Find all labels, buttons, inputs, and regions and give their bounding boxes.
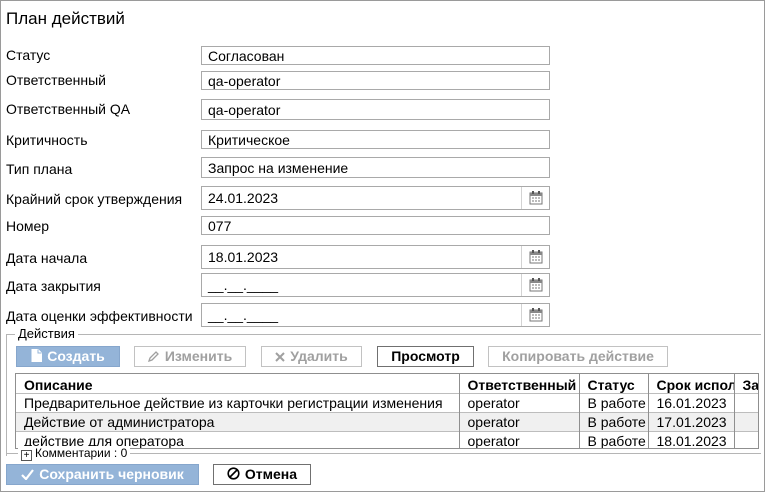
- actions-table: Описание Ответственный Статус Срок испол…: [15, 373, 759, 449]
- cell-extra: [734, 392, 758, 412]
- column-header-description[interactable]: Описание: [16, 374, 460, 393]
- view-button[interactable]: Просмотр: [377, 346, 474, 367]
- effectiveness-date-value: __.__.____: [208, 307, 279, 323]
- column-header-deadline[interactable]: Срок испол: [648, 374, 735, 393]
- column-header-status[interactable]: Статус: [579, 374, 649, 393]
- start-date-value: 18.01.2023: [208, 249, 279, 265]
- save-draft-button[interactable]: Сохранить черновик: [6, 464, 199, 485]
- comments-label: Комментарии : 0: [35, 446, 128, 460]
- status-field[interactable]: Согласован: [201, 46, 550, 65]
- cell-responsible: operator: [459, 392, 580, 412]
- approval-deadline-value: 24.01.2023: [208, 190, 279, 206]
- page-title: План действий: [6, 9, 125, 28]
- number-field[interactable]: 077: [201, 216, 550, 235]
- cell-status: В работе: [579, 392, 649, 412]
- close-icon: [275, 348, 285, 367]
- cancel-circle-icon: [227, 466, 240, 485]
- label-criticality: Критичность: [6, 132, 88, 148]
- delete-button-label: Удалить: [290, 348, 348, 364]
- comments-section: + Комментарии : 0: [6, 446, 761, 461]
- column-header-extra[interactable]: За: [734, 374, 758, 393]
- responsible-qa-field[interactable]: qa-operator: [201, 99, 550, 120]
- cell-description: Предварительное действие из карточки рег…: [16, 392, 460, 412]
- calendar-icon[interactable]: [521, 187, 549, 209]
- label-status: Статус: [6, 47, 51, 63]
- calendar-icon[interactable]: [521, 274, 549, 296]
- label-start-date: Дата начала: [6, 250, 88, 266]
- label-approval-deadline: Крайний срок утверждения: [6, 191, 183, 207]
- label-plan-type: Тип плана: [6, 161, 73, 177]
- cell-extra: [734, 430, 758, 448]
- cell-responsible: operator: [459, 430, 580, 448]
- criticality-field[interactable]: Критическое: [201, 130, 550, 149]
- actions-legend: Действия: [15, 326, 78, 341]
- cell-deadline: 18.01.2023: [648, 430, 735, 448]
- cell-description: Действие от администратора: [16, 411, 460, 431]
- close-date-value: __.__.____: [208, 277, 279, 293]
- start-date-field[interactable]: 18.01.2023: [201, 245, 550, 269]
- effectiveness-date-field[interactable]: __.__.____: [201, 303, 550, 327]
- column-header-responsible[interactable]: Ответственный: [459, 374, 580, 393]
- action-plan-window: План действий Статус Ответственный Ответ…: [0, 0, 765, 492]
- label-effectiveness-date: Дата оценки эффективности: [6, 308, 193, 324]
- cell-responsible: operator: [459, 411, 580, 431]
- create-button-label: Создать: [47, 348, 105, 364]
- expand-plus-icon: +: [21, 450, 32, 461]
- label-close-date: Дата закрытия: [6, 278, 101, 294]
- cancel-button[interactable]: Отмена: [213, 464, 311, 485]
- cancel-label: Отмена: [244, 466, 298, 482]
- save-draft-label: Сохранить черновик: [39, 466, 184, 482]
- label-number: Номер: [6, 218, 50, 234]
- document-icon: [31, 348, 43, 367]
- create-button[interactable]: Создать: [16, 346, 120, 367]
- table-row[interactable]: Предварительное действие из карточки рег…: [16, 392, 758, 412]
- cell-status: В работе: [579, 430, 649, 448]
- cell-extra: [734, 411, 758, 431]
- cell-deadline: 17.01.2023: [648, 411, 735, 431]
- calendar-icon[interactable]: [521, 246, 549, 268]
- close-date-field[interactable]: __.__.____: [201, 273, 550, 297]
- table-row[interactable]: Действие от администратора operator В ра…: [16, 411, 758, 431]
- delete-button[interactable]: Удалить: [261, 346, 362, 367]
- label-responsible: Ответственный: [6, 72, 106, 88]
- edit-button[interactable]: Изменить: [134, 346, 246, 367]
- label-responsible-qa: Ответственный QA: [6, 101, 131, 117]
- edit-button-label: Изменить: [164, 348, 233, 364]
- pencil-icon: [147, 348, 160, 367]
- plan-type-field[interactable]: Запрос на изменение: [201, 157, 550, 178]
- checkmark-icon: [21, 466, 35, 485]
- responsible-field[interactable]: qa-operator: [201, 71, 550, 90]
- cell-deadline: 16.01.2023: [648, 392, 735, 412]
- copy-action-button[interactable]: Копировать действие: [488, 346, 668, 367]
- approval-deadline-field[interactable]: 24.01.2023: [201, 186, 550, 210]
- calendar-icon[interactable]: [521, 304, 549, 326]
- cell-status: В работе: [579, 411, 649, 431]
- comments-toggle[interactable]: + Комментарии : 0: [18, 446, 131, 461]
